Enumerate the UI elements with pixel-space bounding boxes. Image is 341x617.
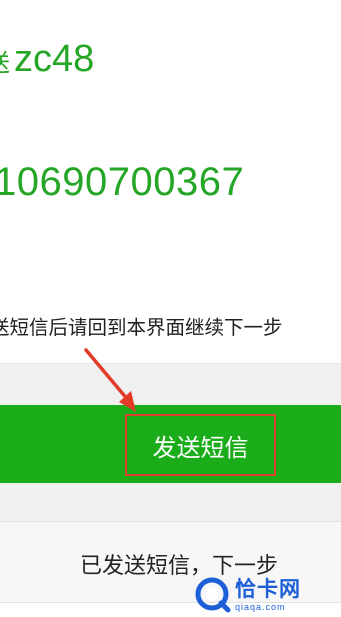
- sms-code-prefix: 送: [0, 43, 10, 78]
- site-watermark: 恰卡网 qiaqa.com: [195, 573, 341, 617]
- send-sms-label: 发送短信: [152, 433, 249, 462]
- sms-code: zc48: [14, 38, 95, 80]
- watermark-subtext: qiaqa.com: [235, 601, 286, 612]
- watermark-logo-icon: [195, 577, 231, 613]
- sms-instruction-text: 送短信后请回到本界面继续下一步: [0, 316, 283, 339]
- watermark-text-group: 恰卡网 qiaqa.com: [235, 576, 301, 612]
- send-sms-button[interactable]: 发送短信: [125, 414, 276, 476]
- sms-code-line: 送 zc48: [0, 38, 94, 81]
- section-divider-2: [0, 483, 341, 521]
- watermark-text: 恰卡网: [235, 576, 301, 601]
- section-divider: [0, 363, 341, 406]
- sms-info-panel: 送 zc48 10690700367 送短信后请回到本界面继续下一步: [0, 0, 341, 362]
- sms-target-number: 10690700367: [0, 160, 245, 204]
